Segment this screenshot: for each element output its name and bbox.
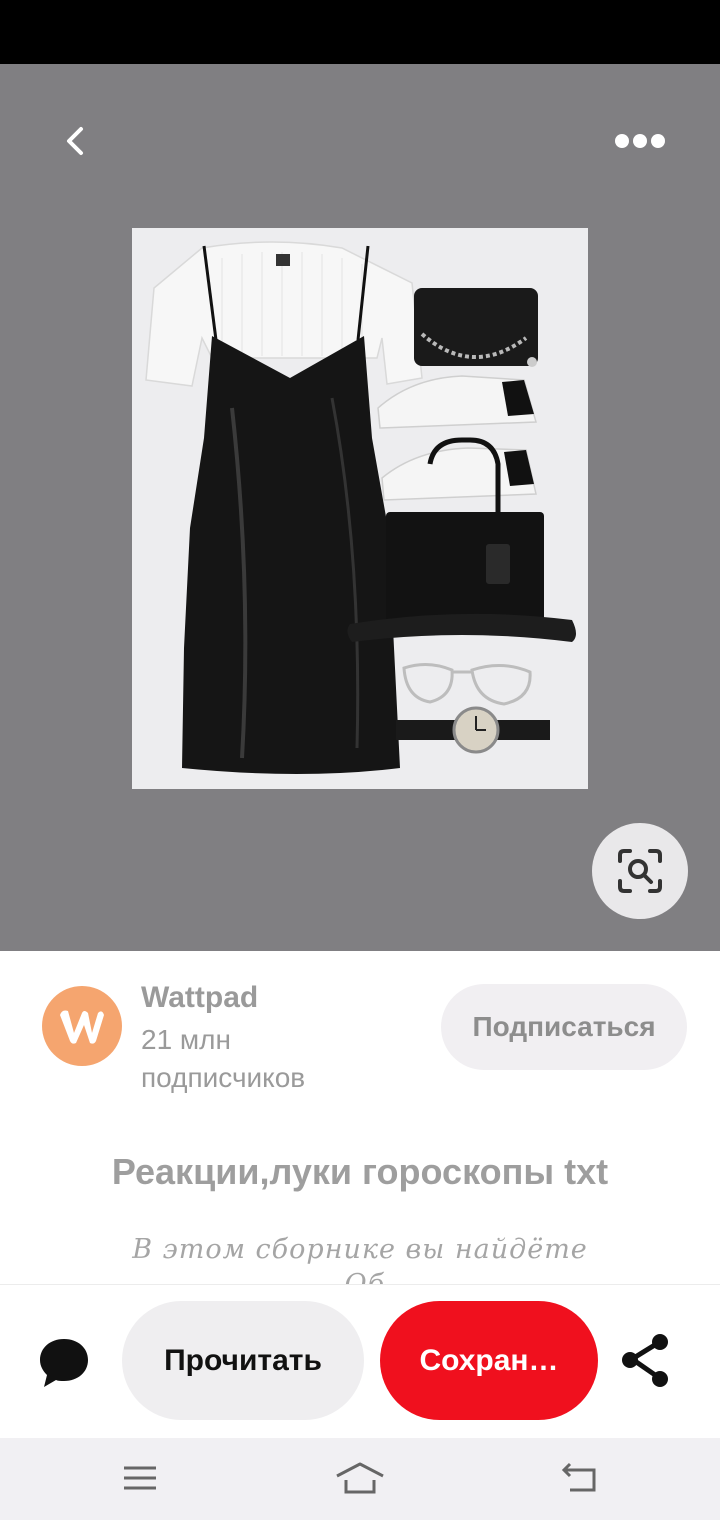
pin-closeup bbox=[0, 64, 720, 951]
read-button[interactable]: Прочитать bbox=[122, 1301, 364, 1420]
follower-count: 21 млн подписчиков bbox=[141, 1024, 306, 1093]
recent-apps-button[interactable] bbox=[110, 1452, 170, 1504]
share-icon bbox=[622, 1334, 668, 1387]
status-bar bbox=[0, 0, 720, 64]
menu-icon bbox=[124, 1466, 156, 1490]
visual-search-icon bbox=[618, 849, 662, 893]
subscribe-button[interactable]: Подписаться bbox=[441, 984, 687, 1070]
pin-description: В этом сборнике вы найдёте bbox=[132, 1234, 588, 1265]
pin-title: Реакции,луки гороскопы txt bbox=[111, 1151, 609, 1192]
pin-description-continued: … Об… bbox=[0, 1269, 720, 1284]
pin-details: Wattpad 21 млн подписчиков Подписаться Р… bbox=[0, 951, 720, 1284]
back-nav-button[interactable] bbox=[550, 1452, 610, 1504]
more-options-button[interactable] bbox=[606, 116, 674, 166]
visual-search-button[interactable] bbox=[592, 823, 688, 919]
outfit-collage-image bbox=[145, 241, 576, 774]
comment-button[interactable] bbox=[36, 1335, 92, 1391]
action-bar: Прочитать Сохран… bbox=[0, 1284, 720, 1439]
avatar[interactable] bbox=[42, 986, 122, 1066]
back-button[interactable] bbox=[50, 116, 100, 166]
share-button[interactable] bbox=[618, 1333, 674, 1389]
creator-name[interactable]: Wattpad bbox=[141, 981, 258, 1015]
chevron-left-icon bbox=[67, 127, 83, 155]
back-arrow-icon bbox=[561, 1462, 596, 1492]
save-button[interactable]: Сохран… bbox=[380, 1301, 598, 1420]
wattpad-logo-icon bbox=[60, 1010, 104, 1044]
comment-icon bbox=[40, 1339, 88, 1387]
home-button[interactable] bbox=[330, 1452, 390, 1504]
system-navigation-bar bbox=[0, 1438, 720, 1520]
pin-image[interactable] bbox=[132, 228, 588, 789]
home-icon bbox=[336, 1462, 384, 1494]
more-horizontal-icon bbox=[615, 134, 665, 148]
